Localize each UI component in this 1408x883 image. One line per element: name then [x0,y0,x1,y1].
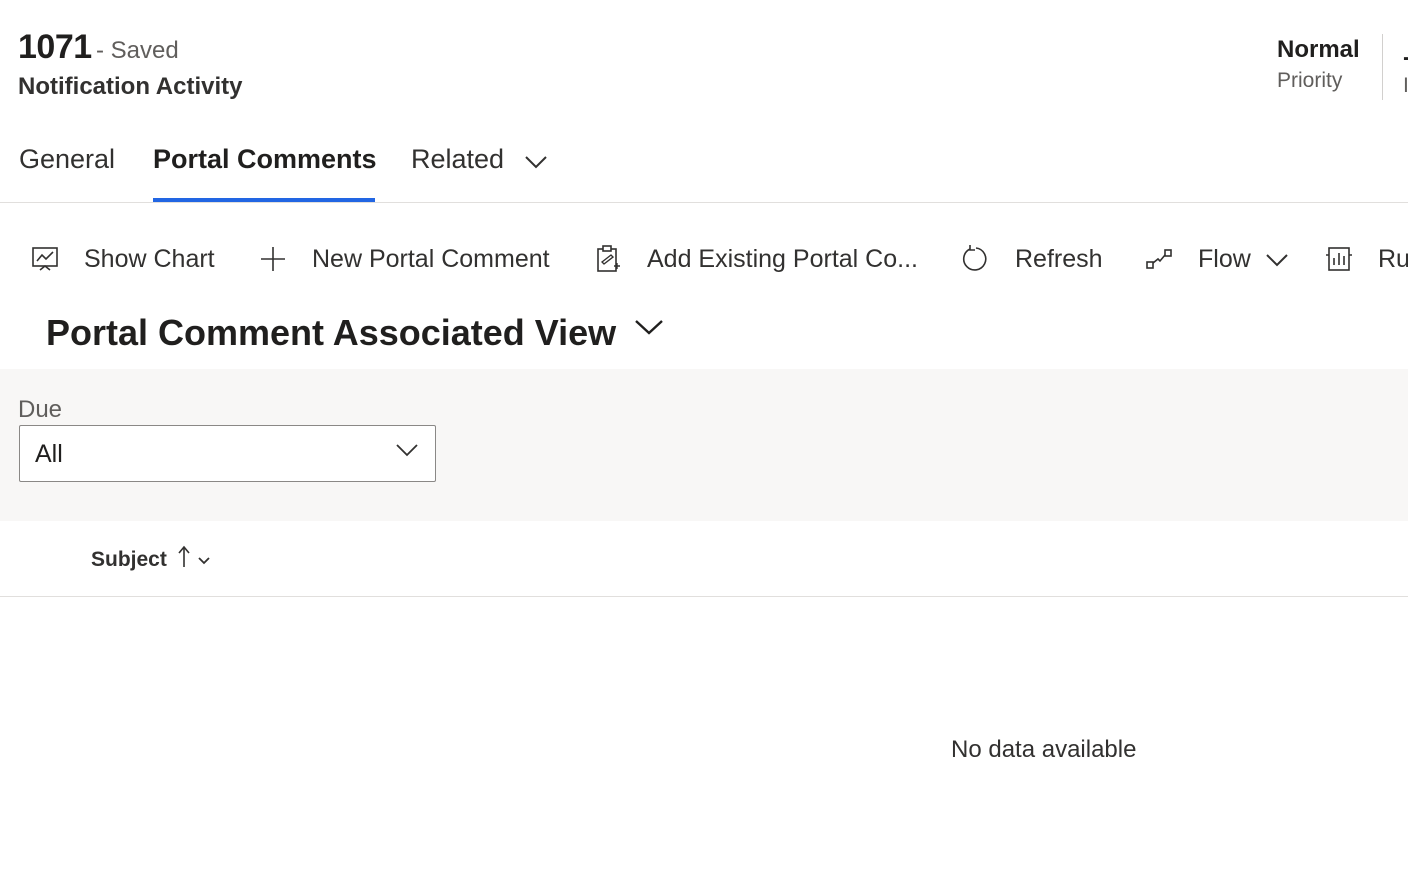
chevron-down-icon [197,548,211,572]
clipboard-icon [593,244,623,274]
active-tab-indicator [153,198,375,202]
due-filter-dropdown[interactable]: All [19,425,436,482]
show-chart-label: Show Chart [84,244,215,273]
refresh-icon [961,244,991,274]
show-chart-button[interactable]: Show Chart [30,228,215,290]
run-report-button[interactable]: Ru [1324,228,1408,290]
filter-panel: Due All [0,369,1408,521]
column-header-subject[interactable]: Subject [91,545,211,575]
new-portal-comment-button[interactable]: New Portal Comment [258,228,550,290]
due-filter-label: Due [18,396,63,423]
header-field-truncated: - [1403,44,1408,72]
header-field-truncated-label: I [1403,74,1408,97]
due-filter-value: All [35,440,63,468]
sort-ascending-icon [177,545,191,575]
chevron-down-icon [395,442,419,463]
flow-label: Flow [1198,244,1251,273]
add-existing-portal-comment-button[interactable]: Add Existing Portal Co... [593,228,918,290]
tab-related[interactable]: Related [411,144,548,176]
chevron-down-icon[interactable] [634,318,664,341]
tab-general[interactable]: General [19,144,115,175]
record-number: 1071 [18,28,92,66]
priority-label: Priority [1277,69,1343,92]
tab-portal-comments[interactable]: Portal Comments [153,144,377,175]
header-field-priority[interactable]: Normal Priority [1277,36,1360,93]
chevron-down-icon [1265,245,1289,274]
form-tabs: General Portal Comments Related [0,120,1408,203]
column-header-label: Subject [91,548,167,571]
chevron-down-icon [524,145,548,176]
grid-header: Subject [0,521,1408,597]
tab-related-label: Related [411,144,505,174]
plus-icon [258,244,288,274]
new-portal-comment-label: New Portal Comment [312,244,550,273]
run-report-label: Ru [1378,244,1408,273]
add-existing-portal-comment-label: Add Existing Portal Co... [647,244,918,273]
entity-name: Notification Activity [18,73,243,100]
refresh-label: Refresh [1015,244,1103,273]
priority-value: Normal [1277,36,1360,63]
flow-icon [1144,244,1174,274]
view-selector-title[interactable]: Portal Comment Associated View [46,312,616,354]
empty-state-text: No data available [951,736,1137,763]
command-bar: Show Chart New Portal Comment Add Existi… [0,228,1408,290]
report-icon [1324,244,1354,274]
save-status: - Saved [96,37,179,64]
refresh-button[interactable]: Refresh [961,228,1103,290]
flow-button[interactable]: Flow [1144,228,1289,290]
chart-icon [30,244,60,274]
header-divider [1382,34,1383,100]
record-header: 1071 - Saved Notification Activity Norma… [0,0,1408,120]
